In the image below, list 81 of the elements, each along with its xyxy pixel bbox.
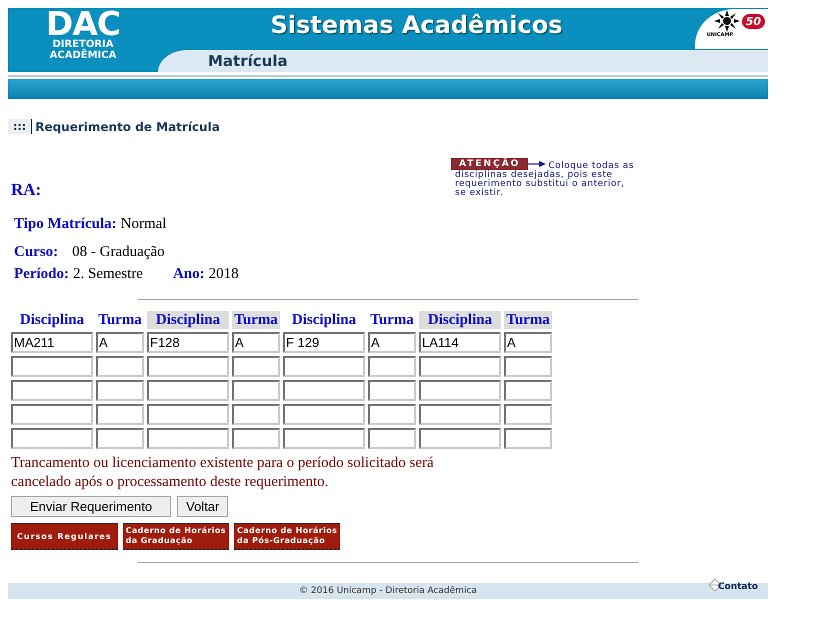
anniversary-badge: 50 [742, 14, 765, 28]
notice-text: requerimento substitui o anterior, [454, 180, 626, 189]
input-field[interactable]: A [232, 332, 280, 353]
site-title: Sistemas Acadêmicos [269, 10, 564, 41]
form-button[interactable]: Voltar [177, 496, 228, 517]
column-header: Disciplina [290, 311, 358, 329]
input-field[interactable]: A [368, 332, 416, 353]
input-field[interactable] [232, 404, 280, 425]
input-field[interactable] [96, 428, 144, 449]
page-title: Requerimento de Matrícula [35, 120, 220, 134]
logo-subtitle: DIRETORIA [52, 39, 114, 50]
input-field[interactable] [147, 380, 229, 401]
column-header: Turma [97, 311, 143, 329]
input-field[interactable] [419, 380, 501, 401]
input-field[interactable] [283, 380, 365, 401]
notice-text: Coloque todas as [548, 162, 634, 171]
input-field[interactable] [419, 428, 501, 449]
input-field[interactable] [232, 428, 280, 449]
input-field[interactable]: LA114 [419, 332, 501, 353]
arrow-icon [528, 160, 546, 166]
column-header: Disciplina [419, 311, 501, 329]
notice-text: disciplinas desejadas, pois este [454, 171, 613, 180]
input-field[interactable] [504, 428, 552, 449]
input-field[interactable]: A [504, 332, 552, 353]
breadcrumb-marker: ::: [8, 119, 32, 134]
input-field[interactable] [147, 404, 229, 425]
input-field[interactable] [368, 404, 416, 425]
attention-label: ATENÇÃO [451, 158, 528, 170]
input-field[interactable] [96, 380, 144, 401]
warning-text: cancelado após o processamento deste requerimento. [11, 473, 330, 492]
field-value: 2. Semestre [72, 265, 143, 284]
column-header: Turma [504, 311, 552, 329]
column-header: Disciplina [18, 311, 86, 329]
input-field[interactable] [96, 356, 144, 377]
section-title: Matrícula [208, 52, 288, 70]
field-label: Curso: [14, 243, 58, 262]
input-field[interactable] [11, 428, 93, 449]
input-field[interactable] [147, 428, 229, 449]
input-field[interactable] [283, 428, 365, 449]
input-field[interactable] [283, 404, 365, 425]
form-button[interactable]: Enviar Requerimento [11, 496, 172, 517]
input-field[interactable] [11, 356, 93, 377]
input-field[interactable] [419, 356, 501, 377]
input-field[interactable]: F 129 [283, 332, 365, 353]
input-field[interactable] [232, 356, 280, 377]
input-field[interactable]: A [96, 332, 144, 353]
copyright-text: © 2016 Unicamp - Diretoria Acadêmica [299, 586, 477, 596]
input-field[interactable] [368, 356, 416, 377]
column-header: Disciplina [147, 311, 229, 329]
input-field[interactable] [96, 404, 144, 425]
input-field[interactable] [368, 428, 416, 449]
nav-link[interactable]: Cursos Regulares [11, 523, 118, 550]
input-field[interactable] [11, 404, 93, 425]
contact-link[interactable]: Contato [708, 578, 758, 592]
field-label: Ano: [172, 265, 205, 284]
nav-link[interactable]: Caderno de Horários da Pós-Graduação [234, 523, 340, 550]
column-header: Turma [369, 311, 415, 329]
input-field[interactable]: MA211 [11, 332, 93, 353]
input-field[interactable] [283, 356, 365, 377]
field-value: 08 - Graduação [72, 243, 165, 262]
nav-link[interactable]: Caderno de Horários da Graduação [122, 523, 229, 550]
input-field[interactable]: F128 [147, 332, 229, 353]
wheel-icon [714, 10, 740, 32]
ra-label: RA: [11, 180, 42, 200]
column-header: Turma [232, 311, 280, 329]
input-field[interactable] [232, 380, 280, 401]
input-field[interactable] [147, 356, 229, 377]
input-field[interactable] [504, 404, 552, 425]
logo-text: DAC [46, 9, 120, 39]
input-field[interactable] [368, 380, 416, 401]
field-label: Tipo Matrícula: [14, 215, 117, 234]
input-field[interactable] [504, 356, 552, 377]
field-label: Período: [14, 265, 69, 284]
input-field[interactable] [504, 380, 552, 401]
input-field[interactable] [419, 404, 501, 425]
logo-subtitle: ACADÊMICA [50, 50, 116, 61]
field-value: 2018 [208, 265, 239, 284]
field-value: Normal [120, 215, 166, 234]
warning-text: Trancamento ou licenciamento existente para o período solicitado será [11, 454, 435, 473]
input-field[interactable] [11, 380, 93, 401]
notice-text: se existir. [454, 189, 504, 198]
